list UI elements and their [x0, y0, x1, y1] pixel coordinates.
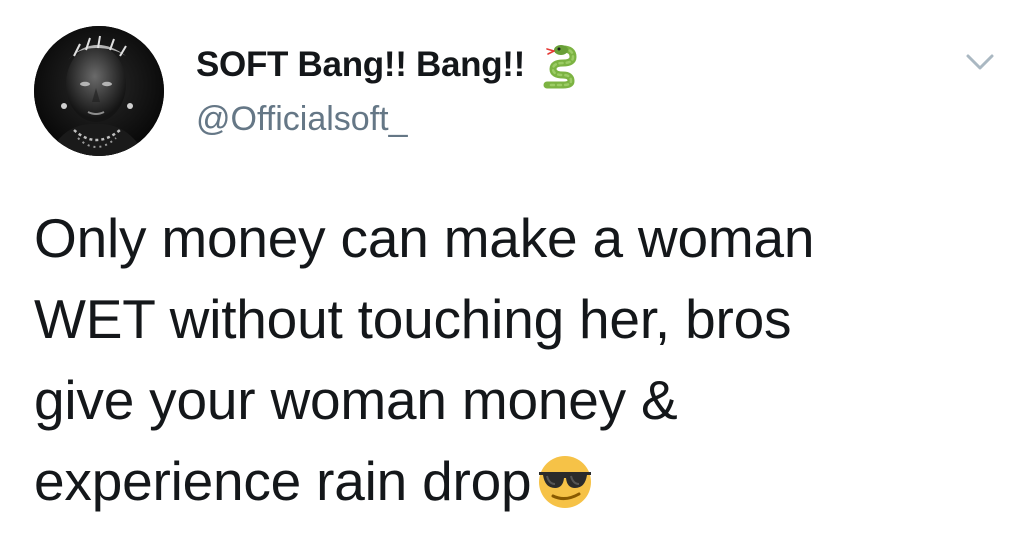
- tweet-line: Only money can make a woman: [34, 207, 815, 269]
- tweet-card: SOFT Bang!! Bang!! @Officialsoft_ Only m…: [0, 0, 1024, 550]
- snake-emoji-icon: [533, 41, 581, 89]
- chevron-down-icon[interactable]: [964, 50, 996, 74]
- tweet-line-text: experience rain drop: [34, 450, 532, 512]
- sunglasses-emoji-icon: [527, 448, 603, 510]
- display-name-row[interactable]: SOFT Bang!! Bang!!: [196, 40, 581, 90]
- tweet-line: WET without touching her, bros: [34, 288, 792, 350]
- user-handle[interactable]: @Officialsoft_: [196, 100, 408, 139]
- tweet-text: Only money can make a woman WET without …: [34, 198, 1014, 522]
- display-name[interactable]: SOFT Bang!! Bang!!: [196, 45, 525, 85]
- avatar[interactable]: [34, 26, 164, 156]
- profile-photo-icon: [34, 26, 164, 156]
- tweet-line: give your woman money &: [34, 369, 678, 431]
- tweet-line-last: experience rain drop: [34, 441, 1014, 522]
